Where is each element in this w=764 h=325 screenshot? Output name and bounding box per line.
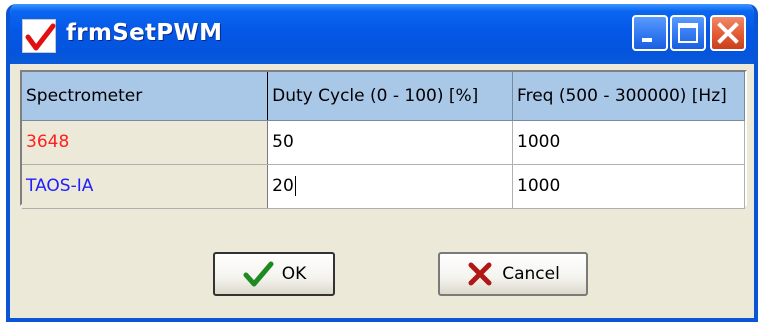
app-checkmark-icon [22, 19, 56, 53]
table-row: TAOS-IA 20 1000 [22, 164, 745, 209]
header-duty-cycle[interactable]: Duty Cycle (0 - 100) [%] [267, 72, 514, 121]
close-icon [717, 22, 739, 44]
duty-cycle-cell[interactable]: 50 [267, 120, 514, 165]
text-caret [294, 176, 296, 196]
duty-cycle-edit-cell[interactable]: 20 [267, 164, 514, 209]
cancel-label: Cancel [502, 264, 560, 284]
header-freq[interactable]: Freq (500 - 300000) [Hz] [512, 72, 745, 121]
table-row: 3648 50 1000 [22, 120, 745, 165]
pwm-table: Spectrometer Duty Cycle (0 - 100) [%] Fr… [22, 72, 745, 209]
maximize-icon [678, 23, 698, 43]
checkmark-icon [243, 261, 274, 287]
window-title: frmSetPWM [66, 20, 223, 46]
cancel-button[interactable]: Cancel [438, 252, 588, 296]
form-window: frmSetPWM Spectrometer Duty Cycle (0 - 1… [6, 4, 758, 322]
x-mark-icon [468, 262, 492, 286]
pwm-grid[interactable]: Spectrometer Duty Cycle (0 - 100) [%] Fr… [20, 70, 747, 209]
close-button[interactable] [710, 15, 746, 51]
duty-cycle-value[interactable]: 20 [272, 176, 294, 196]
freq-cell[interactable]: 1000 [512, 164, 745, 209]
header-row: Spectrometer Duty Cycle (0 - 100) [%] Fr… [22, 72, 745, 121]
minimize-icon [642, 38, 652, 42]
header-spectrometer[interactable]: Spectrometer [22, 72, 269, 121]
spectrometer-name-cell[interactable]: TAOS-IA [22, 164, 269, 209]
freq-cell[interactable]: 1000 [512, 120, 745, 165]
minimize-button[interactable] [632, 15, 668, 51]
title-bar[interactable]: frmSetPWM [10, 4, 754, 64]
ok-label: OK [281, 264, 307, 284]
spectrometer-name-cell[interactable]: 3648 [22, 120, 269, 165]
maximize-button[interactable] [670, 15, 706, 51]
ok-button[interactable]: OK [213, 252, 335, 296]
